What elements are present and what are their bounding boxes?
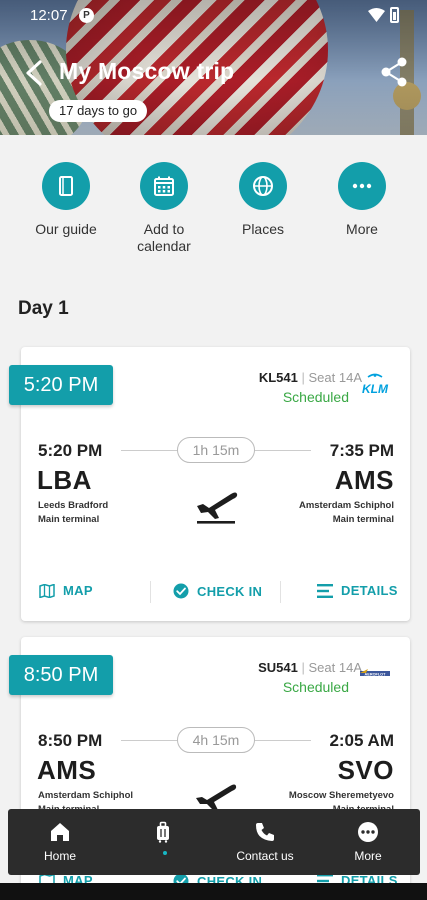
- add-to-calendar-button[interactable]: Add to calendar: [119, 162, 209, 255]
- arrival-airport-name: Moscow Sheremetyevo: [288, 790, 394, 801]
- check-circle-icon: [173, 583, 189, 599]
- active-indicator: [163, 851, 167, 855]
- flight-card-actions: MAP CHECK IN DETAILS: [21, 575, 410, 609]
- globe-icon: [253, 176, 273, 196]
- more-actions-button[interactable]: More: [317, 162, 407, 238]
- nav-label: Home: [43, 849, 76, 863]
- check-in-label: CHECK IN: [197, 583, 263, 599]
- seat-number: Seat 14A: [308, 370, 363, 385]
- departure-airport-name: Leeds Bradford: [38, 500, 109, 511]
- our-guide-button[interactable]: Our guide: [21, 162, 111, 238]
- bottom-navigation: Home Contact us More: [8, 809, 420, 875]
- map-icon: [39, 583, 55, 598]
- flight-number: KL541: [258, 370, 298, 385]
- home-icon: [51, 823, 69, 841]
- map-button[interactable]: MAP: [39, 583, 93, 598]
- arrival-airport-code: SVO: [337, 755, 394, 785]
- departure-time-badge: 5:20 PM: [9, 365, 113, 405]
- book-icon: [59, 176, 73, 196]
- flight-status: Scheduled: [282, 389, 349, 405]
- arrival-airport-name: Amsterdam Schiphol: [298, 500, 394, 511]
- departure-time-badge: 8:50 PM: [9, 655, 113, 695]
- nav-more[interactable]: More: [318, 821, 418, 863]
- flight-info: SU541 | Seat 14A: [258, 660, 362, 675]
- check-in-button[interactable]: CHECK IN: [173, 583, 262, 599]
- more-dots-icon: [352, 183, 372, 189]
- flight-status: Scheduled: [282, 679, 349, 695]
- notification-app-icon: P: [79, 8, 94, 23]
- back-arrow-icon[interactable]: [20, 58, 48, 88]
- nav-label: Contact us: [236, 849, 294, 863]
- airline-name: KLM: [362, 382, 389, 395]
- countdown-badge: 17 days to go: [49, 100, 148, 122]
- departure-time: 5:20 PM: [38, 441, 103, 460]
- quick-actions: Our guide Add to calendar Places More: [0, 162, 427, 262]
- arrival-terminal: Main terminal: [332, 514, 394, 525]
- places-button[interactable]: Places: [218, 162, 308, 238]
- day-heading: Day 1: [18, 298, 69, 319]
- nav-label: More: [354, 849, 382, 863]
- status-bar: 12:07 P: [0, 0, 427, 32]
- phone-icon: [256, 823, 274, 841]
- klm-logo: KLM: [362, 373, 389, 395]
- flight-card[interactable]: 5:20 PM KL541 | Seat 14A Scheduled KLM 5…: [9, 347, 410, 621]
- action-label: Add to calendar: [137, 221, 191, 254]
- details-label: DETAILS: [341, 583, 398, 598]
- details-button[interactable]: DETAILS: [317, 583, 398, 598]
- details-list-icon: [317, 583, 333, 598]
- arrival-time: 2:05 AM: [329, 731, 394, 750]
- flight-number: SU541: [258, 660, 298, 675]
- flight-duration: 1h 15m: [177, 437, 255, 463]
- departure-airport-code: AMS: [37, 755, 97, 785]
- wifi-icon: [368, 8, 385, 22]
- page-title: My Moscow trip: [59, 58, 235, 84]
- airline-name: AEROFLOT: [365, 672, 387, 676]
- map-label: MAP: [63, 583, 93, 598]
- calendar-icon: [154, 176, 174, 196]
- departure-terminal: Main terminal: [38, 514, 100, 525]
- flight-info: KL541 | Seat 14A: [258, 370, 363, 385]
- departure-time: 8:50 PM: [38, 731, 103, 750]
- more-icon: [358, 822, 378, 842]
- nav-contact-us[interactable]: Contact us: [215, 821, 315, 863]
- departure-airport-name: Amsterdam Schiphol: [38, 790, 134, 801]
- departure-airport-code: LBA: [37, 465, 92, 495]
- arrival-airport-code: AMS: [334, 465, 394, 495]
- plane-icon: [196, 784, 237, 811]
- nav-home[interactable]: Home: [10, 821, 110, 863]
- flight-duration: 4h 15m: [177, 727, 255, 753]
- arrival-time: 7:35 PM: [329, 441, 394, 460]
- takeoff-plane-icon: [197, 492, 238, 524]
- action-label: More: [346, 221, 378, 237]
- action-label: Places: [241, 221, 285, 237]
- system-navigation-bar: [0, 883, 427, 900]
- aeroflot-logo: AEROFLOT: [360, 669, 390, 676]
- luggage-icon: [157, 821, 169, 843]
- share-icon[interactable]: [378, 56, 410, 88]
- action-label: Our guide: [35, 221, 97, 237]
- status-time: 12:07: [30, 7, 68, 24]
- nav-trips[interactable]: [113, 821, 213, 849]
- battery-icon: [390, 7, 399, 23]
- seat-number: Seat 14A: [308, 660, 363, 675]
